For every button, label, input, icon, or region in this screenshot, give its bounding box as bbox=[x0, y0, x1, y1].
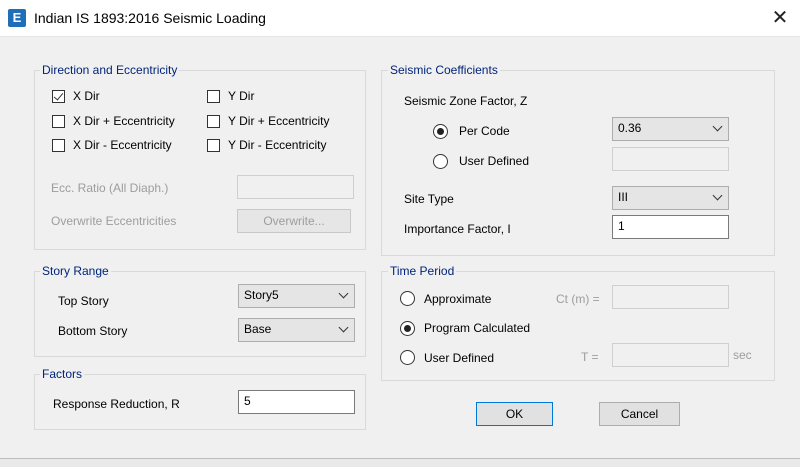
y-dir-minus-ecc-label: Y Dir - Eccentricity bbox=[228, 138, 327, 152]
direction-legend: Direction and Eccentricity bbox=[40, 63, 180, 77]
per-code-radio[interactable] bbox=[433, 124, 448, 139]
response-reduction-label: Response Reduction, R bbox=[53, 397, 180, 411]
chevron-down-icon bbox=[338, 288, 349, 299]
y-dir-plus-ecc-checkbox[interactable] bbox=[207, 115, 220, 128]
zone-user-defined-field[interactable] bbox=[612, 147, 729, 171]
time-user-defined-label: User Defined bbox=[424, 351, 495, 365]
importance-factor-field[interactable]: 1 bbox=[612, 215, 729, 239]
x-dir-checkbox[interactable] bbox=[52, 90, 65, 103]
x-dir-minus-ecc-checkbox[interactable] bbox=[52, 139, 65, 152]
zone-user-defined-radio[interactable] bbox=[433, 154, 448, 169]
story-range-legend: Story Range bbox=[40, 264, 111, 278]
close-icon[interactable]: ✕ bbox=[764, 4, 796, 32]
ct-field[interactable] bbox=[612, 285, 729, 309]
y-dir-label: Y Dir bbox=[228, 89, 255, 103]
chevron-down-icon bbox=[712, 121, 723, 132]
y-dir-plus-ecc-label: Y Dir + Eccentricity bbox=[228, 114, 330, 128]
sec-label: sec bbox=[733, 348, 752, 362]
zone-user-defined-label: User Defined bbox=[459, 154, 530, 168]
bottom-story-label: Bottom Story bbox=[58, 324, 128, 338]
site-type-select[interactable]: III bbox=[612, 186, 729, 210]
program-calculated-radio[interactable] bbox=[400, 321, 415, 336]
site-type-value: III bbox=[618, 190, 629, 204]
overwrite-label: Overwrite Eccentricities bbox=[51, 214, 177, 228]
title-bar: E Indian IS 1893:2016 Seismic Loading ✕ bbox=[0, 0, 800, 37]
top-story-select[interactable]: Story5 bbox=[238, 284, 355, 308]
x-dir-label: X Dir bbox=[73, 89, 100, 103]
site-type-label: Site Type bbox=[404, 192, 454, 206]
zone-factor-select[interactable]: 0.36 bbox=[612, 117, 729, 141]
y-dir-checkbox[interactable] bbox=[207, 90, 220, 103]
top-story-label: Top Story bbox=[58, 294, 109, 308]
x-dir-plus-ecc-checkbox[interactable] bbox=[52, 115, 65, 128]
t-field[interactable] bbox=[612, 343, 729, 367]
time-user-defined-radio[interactable] bbox=[400, 350, 415, 365]
cancel-button[interactable]: Cancel bbox=[599, 402, 680, 426]
approximate-label: Approximate bbox=[424, 292, 492, 306]
program-calculated-label: Program Calculated bbox=[424, 321, 531, 335]
ct-label: Ct (m) = bbox=[556, 292, 600, 306]
approximate-radio[interactable] bbox=[400, 291, 415, 306]
chevron-down-icon bbox=[712, 190, 723, 201]
y-dir-minus-ecc-checkbox[interactable] bbox=[207, 139, 220, 152]
window-title: Indian IS 1893:2016 Seismic Loading bbox=[34, 10, 266, 26]
zone-factor-value: 0.36 bbox=[618, 121, 642, 135]
factors-legend: Factors bbox=[40, 367, 85, 381]
ecc-ratio-field[interactable] bbox=[237, 175, 354, 199]
app-icon: E bbox=[8, 9, 26, 27]
chevron-down-icon bbox=[338, 322, 349, 333]
top-story-value: Story5 bbox=[244, 288, 279, 302]
bottom-story-value: Base bbox=[244, 322, 272, 336]
overwrite-button[interactable]: Overwrite... bbox=[237, 209, 351, 233]
time-period-legend: Time Period bbox=[388, 264, 457, 278]
x-dir-minus-ecc-label: X Dir - Eccentricity bbox=[73, 138, 172, 152]
ecc-ratio-label: Ecc. Ratio (All Diaph.) bbox=[51, 181, 169, 195]
response-reduction-field[interactable]: 5 bbox=[238, 390, 355, 414]
seismic-coefficients-legend: Seismic Coefficients bbox=[388, 63, 500, 77]
per-code-label: Per Code bbox=[459, 124, 510, 138]
zone-factor-label: Seismic Zone Factor, Z bbox=[404, 94, 528, 108]
ok-button[interactable]: OK bbox=[476, 402, 553, 426]
t-label: T = bbox=[581, 350, 599, 364]
x-dir-plus-ecc-label: X Dir + Eccentricity bbox=[73, 114, 175, 128]
bottom-story-select[interactable]: Base bbox=[238, 318, 355, 342]
importance-factor-label: Importance Factor, I bbox=[404, 222, 511, 236]
